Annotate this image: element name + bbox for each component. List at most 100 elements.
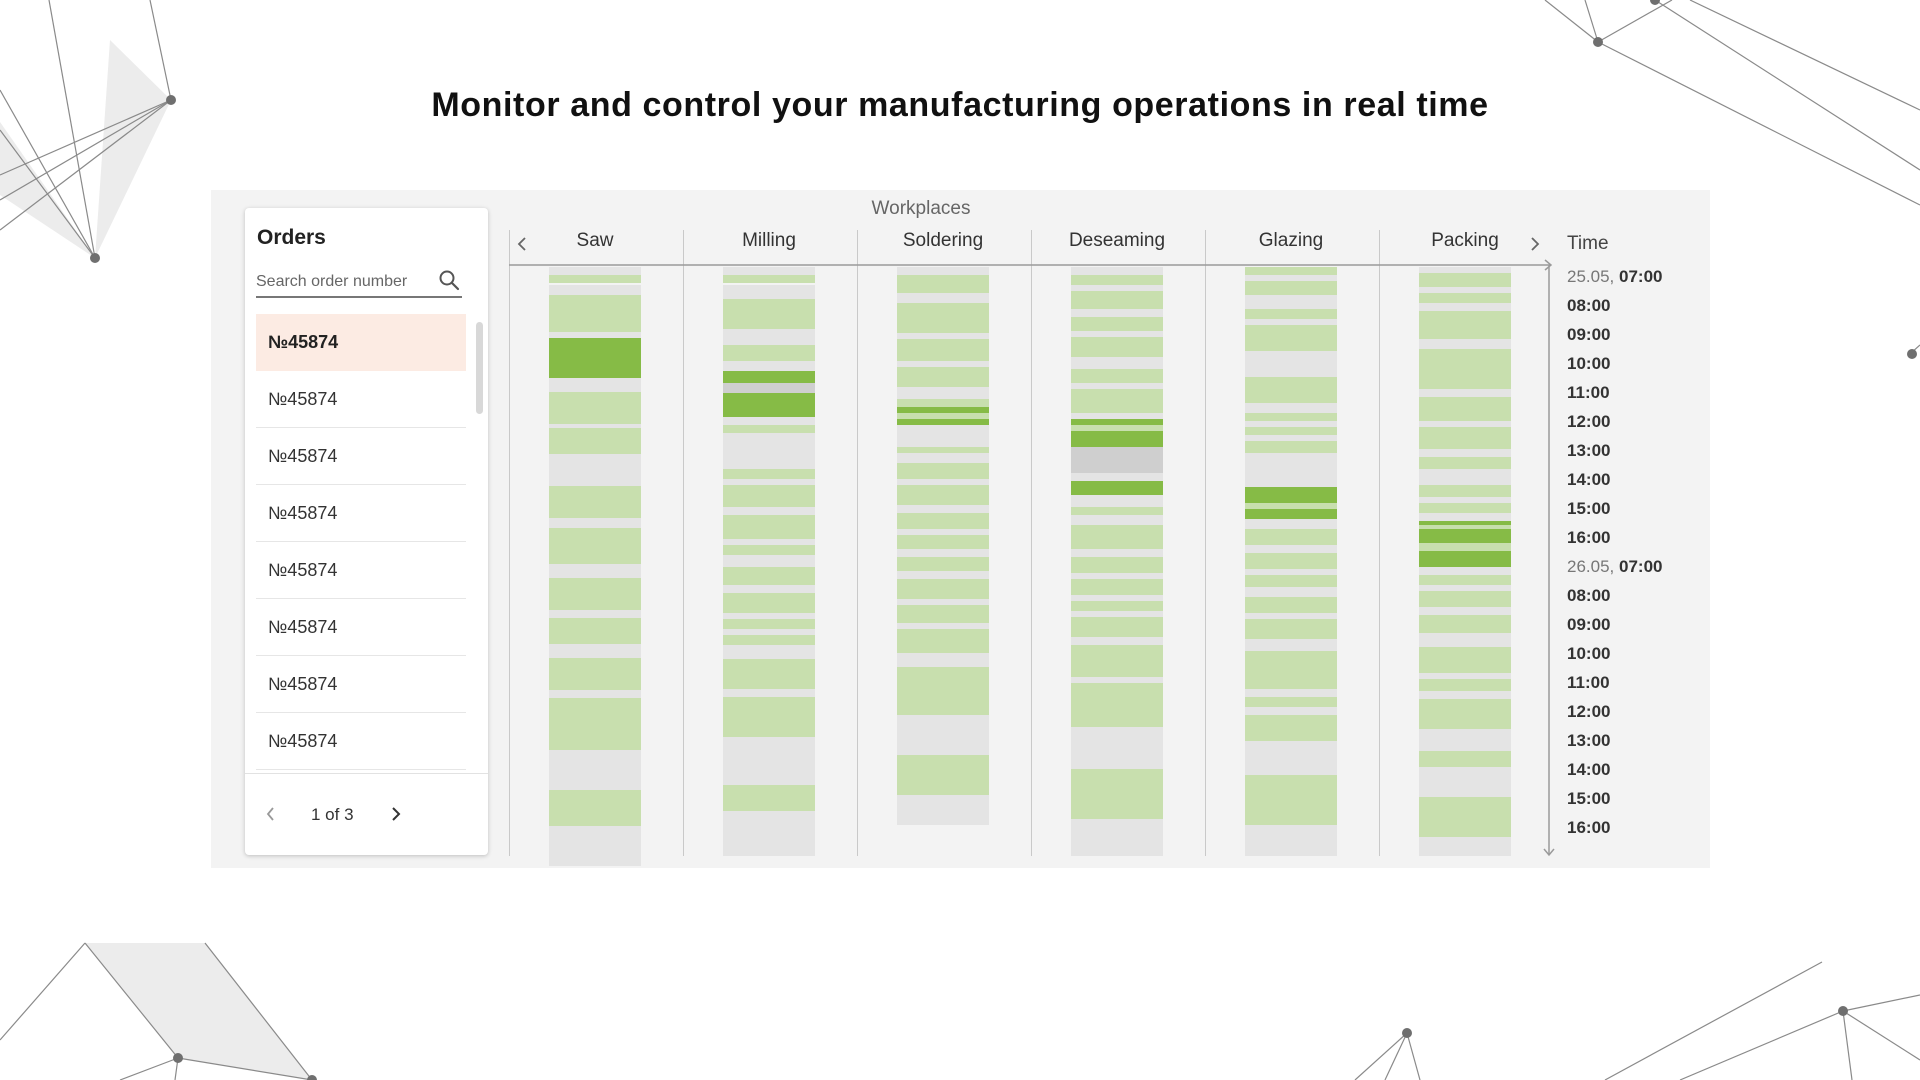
schedule-slot[interactable] bbox=[1245, 435, 1337, 441]
schedule-slot[interactable] bbox=[897, 419, 989, 425]
schedule-slot[interactable] bbox=[897, 453, 989, 463]
schedule-slot[interactable] bbox=[897, 535, 989, 549]
schedule-slot[interactable] bbox=[1071, 309, 1163, 317]
schedule-slot[interactable] bbox=[723, 697, 815, 737]
schedule-slot[interactable] bbox=[1245, 651, 1337, 689]
schedule-slot[interactable] bbox=[897, 293, 989, 303]
schedule-slot[interactable] bbox=[549, 518, 641, 528]
schedule-slot[interactable] bbox=[1071, 637, 1163, 645]
schedule-slot[interactable] bbox=[1071, 601, 1163, 611]
schedule-slot[interactable] bbox=[549, 618, 641, 644]
schedule-slot[interactable] bbox=[1071, 769, 1163, 819]
schedule-slot[interactable] bbox=[1245, 421, 1337, 427]
schedule-slot[interactable] bbox=[1245, 325, 1337, 351]
schedule-slot[interactable] bbox=[549, 698, 641, 750]
schedule-slot[interactable] bbox=[1071, 549, 1163, 557]
schedule-slot[interactable] bbox=[1419, 389, 1511, 397]
schedule-slot[interactable] bbox=[723, 479, 815, 485]
schedule-slot[interactable] bbox=[897, 361, 989, 367]
schedule-slot[interactable] bbox=[1419, 503, 1511, 513]
schedule-slot[interactable] bbox=[1071, 389, 1163, 413]
schedule-slot[interactable] bbox=[1245, 619, 1337, 639]
schedule-slot[interactable] bbox=[723, 645, 815, 659]
schedule-slot[interactable] bbox=[1419, 311, 1511, 339]
schedule-slot[interactable] bbox=[1419, 303, 1511, 311]
schedule-slot[interactable] bbox=[1071, 317, 1163, 331]
schedule-slot[interactable] bbox=[723, 593, 815, 613]
schedule-slot[interactable] bbox=[897, 579, 989, 599]
schedule-slot[interactable] bbox=[897, 407, 989, 413]
schedule-slot[interactable] bbox=[1419, 679, 1511, 691]
schedule-slot[interactable] bbox=[1245, 413, 1337, 421]
schedule-slot[interactable] bbox=[1419, 591, 1511, 607]
schedule-slot[interactable] bbox=[1419, 607, 1511, 615]
schedule-slot[interactable] bbox=[897, 485, 989, 505]
schedule-slot[interactable] bbox=[723, 383, 815, 393]
schedule-slot[interactable] bbox=[897, 505, 989, 513]
schedule-slot[interactable] bbox=[1245, 639, 1337, 651]
schedule-slot[interactable] bbox=[723, 285, 815, 299]
schedule-slot[interactable] bbox=[1245, 319, 1337, 325]
schedule-slot[interactable] bbox=[1071, 331, 1163, 337]
schedule-slot[interactable] bbox=[723, 629, 815, 635]
schedule-slot[interactable] bbox=[897, 447, 989, 453]
schedule-slot[interactable] bbox=[1419, 699, 1511, 729]
schedule-slot[interactable] bbox=[1071, 507, 1163, 515]
schedule-slot[interactable] bbox=[1419, 349, 1511, 389]
schedule-slot[interactable] bbox=[723, 267, 815, 275]
schedule-slot[interactable] bbox=[549, 424, 641, 428]
schedule-slot[interactable] bbox=[1071, 525, 1163, 549]
schedule-slot[interactable] bbox=[897, 333, 989, 339]
schedule-slot[interactable] bbox=[1071, 515, 1163, 525]
schedule-slot[interactable] bbox=[723, 371, 815, 383]
schedule-slot[interactable] bbox=[549, 295, 641, 332]
schedule-slot[interactable] bbox=[1071, 275, 1163, 285]
schedule-slot[interactable] bbox=[897, 387, 989, 399]
schedule-slot[interactable] bbox=[1419, 267, 1511, 273]
schedule-slot[interactable] bbox=[1071, 425, 1163, 431]
schedule-slot[interactable] bbox=[723, 545, 815, 555]
schedule-slot[interactable] bbox=[1419, 673, 1511, 679]
schedule-slot[interactable] bbox=[549, 392, 641, 424]
schedule-slot[interactable] bbox=[723, 425, 815, 433]
schedule-slot[interactable] bbox=[549, 644, 641, 658]
schedule-slot[interactable] bbox=[897, 571, 989, 579]
schedule-slot[interactable] bbox=[723, 585, 815, 593]
schedule-slot[interactable] bbox=[1245, 587, 1337, 597]
schedule-slot[interactable] bbox=[897, 629, 989, 653]
schedule-slot[interactable] bbox=[1245, 715, 1337, 741]
schedule-slot[interactable] bbox=[723, 635, 815, 645]
schedule-slot[interactable] bbox=[1071, 645, 1163, 677]
schedule-slot[interactable] bbox=[723, 485, 815, 507]
schedule-slot[interactable] bbox=[1419, 521, 1511, 525]
schedule-slot[interactable] bbox=[1245, 267, 1337, 275]
schedule-slot[interactable] bbox=[897, 605, 989, 623]
schedule-slot[interactable] bbox=[897, 425, 989, 447]
schedule-slot[interactable] bbox=[549, 486, 641, 518]
schedule-slot[interactable] bbox=[1245, 509, 1337, 519]
schedule-slot[interactable] bbox=[723, 689, 815, 697]
schedule-slot[interactable] bbox=[1245, 569, 1337, 575]
schedule-slot[interactable] bbox=[897, 479, 989, 485]
schedule-slot[interactable] bbox=[1419, 585, 1511, 591]
schedule-slot[interactable] bbox=[1245, 825, 1337, 856]
schedule-slot[interactable] bbox=[1071, 431, 1163, 447]
schedule-slot[interactable] bbox=[1245, 427, 1337, 435]
schedule-slot[interactable] bbox=[1245, 741, 1337, 775]
schedule-slot[interactable] bbox=[549, 528, 641, 564]
schedule-slot[interactable] bbox=[897, 715, 989, 755]
schedule-slot[interactable] bbox=[1419, 485, 1511, 497]
schedule-slot[interactable] bbox=[897, 413, 989, 419]
schedule-slot[interactable] bbox=[897, 755, 989, 795]
schedule-slot[interactable] bbox=[723, 299, 815, 329]
schedule-slot[interactable] bbox=[723, 469, 815, 479]
schedule-slot[interactable] bbox=[1419, 469, 1511, 485]
schedule-slot[interactable] bbox=[723, 737, 815, 785]
schedule-slot[interactable] bbox=[1071, 419, 1163, 425]
schedule-slot[interactable] bbox=[1419, 633, 1511, 647]
schedule-slot[interactable] bbox=[897, 463, 989, 479]
schedule-slot[interactable] bbox=[1419, 287, 1511, 293]
schedule-slot[interactable] bbox=[1245, 707, 1337, 715]
schedule-slot[interactable] bbox=[1071, 337, 1163, 357]
schedule-slot[interactable] bbox=[1245, 697, 1337, 707]
